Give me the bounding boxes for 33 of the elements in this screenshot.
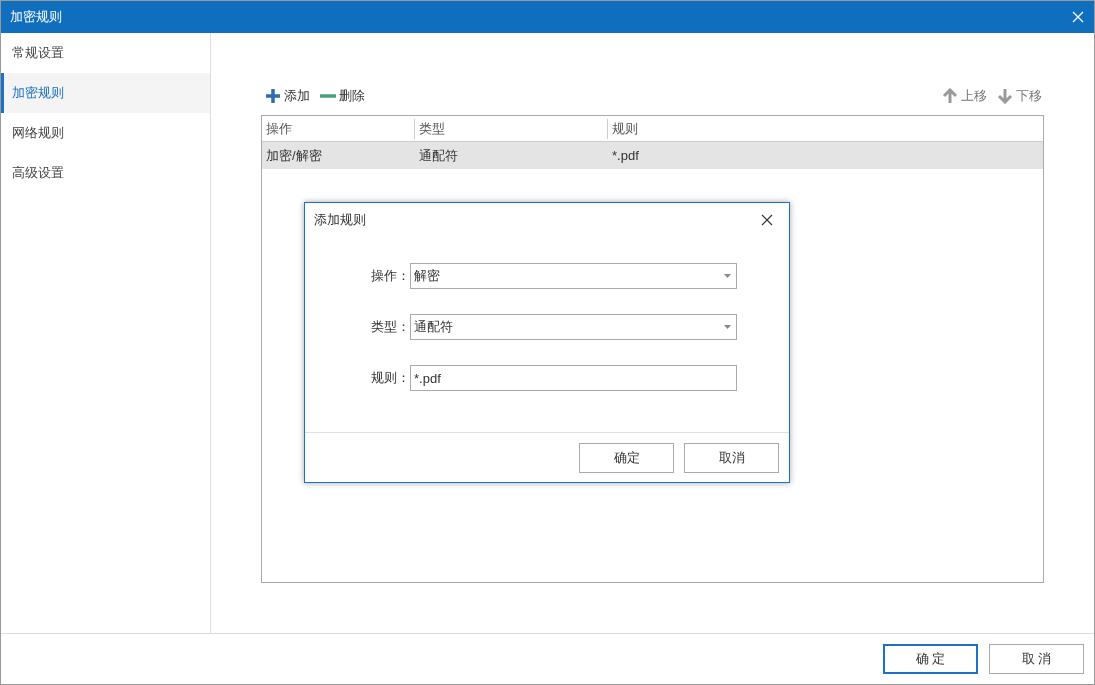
table-cell-text: 加密/解密 xyxy=(265,146,323,165)
sidebar-item[interactable]: 网络规则 xyxy=(1,113,210,153)
column-header[interactable]: 操作 xyxy=(262,118,415,139)
field-label: 类型： xyxy=(370,318,410,337)
arrow-down-icon xyxy=(997,88,1013,104)
move-up-button[interactable]: 上移 xyxy=(942,86,987,106)
table-row[interactable]: 加密/解密 通配符 *.pdf xyxy=(262,142,1043,169)
input-field[interactable]: *.pdf xyxy=(410,365,737,391)
dialog-button[interactable]: 取 消 xyxy=(989,644,1084,674)
table-cell-text: *.pdf xyxy=(611,146,640,165)
close-icon[interactable] xyxy=(761,213,773,226)
delete-button[interactable]: 删除 xyxy=(320,86,365,106)
dropdown[interactable]: 通配符 xyxy=(410,314,737,340)
window-title: 加密规则 xyxy=(10,8,62,27)
arrow-up-icon xyxy=(942,88,958,104)
caret-icon xyxy=(724,274,731,278)
dialog-button[interactable]: 确定 xyxy=(579,442,674,473)
caret-icon xyxy=(724,325,731,329)
dropdown[interactable]: 解密 xyxy=(410,263,737,289)
move-down-button[interactable]: 下移 xyxy=(997,86,1042,106)
field-label: 规则： xyxy=(370,369,410,388)
column-header[interactable]: 规则 xyxy=(608,118,1043,139)
sidebar-item[interactable]: 高级设置 xyxy=(1,153,210,193)
add-button[interactable]: 添加 xyxy=(265,86,310,106)
table-cell-text: 通配符 xyxy=(418,146,459,165)
sidebar-item[interactable]: 常规设置 xyxy=(1,33,210,73)
field-label: 操作： xyxy=(370,267,410,286)
column-header[interactable]: 类型 xyxy=(415,118,608,139)
dialog-button[interactable]: 取消 xyxy=(684,442,779,473)
sidebar-item[interactable]: 加密规则 xyxy=(1,73,210,113)
dialog-title: 添加规则 xyxy=(314,210,366,229)
plus-icon xyxy=(265,88,281,104)
ok-button[interactable]: 确 定 xyxy=(883,644,978,674)
